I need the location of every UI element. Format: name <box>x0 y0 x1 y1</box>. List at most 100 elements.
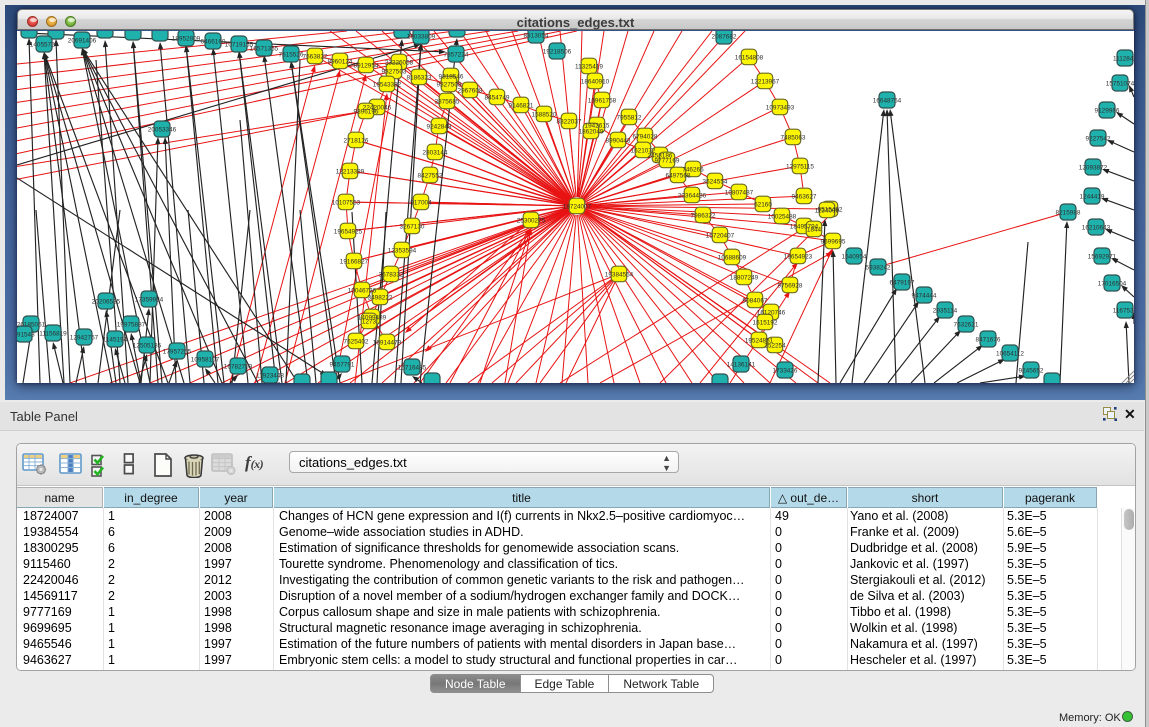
svg-text:23226058: 23226058 <box>385 59 414 66</box>
svg-text:15720407: 15720407 <box>706 232 735 239</box>
svg-text:14055724: 14055724 <box>30 41 59 48</box>
svg-text:1615192: 1615192 <box>753 319 778 326</box>
svg-text:9242848: 9242848 <box>427 123 452 130</box>
svg-text:8960124: 8960124 <box>328 58 353 65</box>
svg-text:16782759: 16782759 <box>224 363 253 370</box>
svg-text:10688609: 10688609 <box>718 254 747 261</box>
svg-text:19166827: 19166827 <box>340 258 369 265</box>
svg-text:19975887: 19975887 <box>117 321 146 328</box>
svg-text:252254: 252254 <box>764 342 786 349</box>
svg-text:5938242: 5938242 <box>866 264 891 271</box>
svg-text:1640954: 1640954 <box>842 253 867 260</box>
svg-text:10107553: 10107553 <box>332 199 361 206</box>
svg-text:20053346: 20053346 <box>148 126 177 133</box>
svg-text:16120746: 16120746 <box>757 309 786 316</box>
svg-text:16914479: 16914479 <box>373 339 402 346</box>
svg-text:1167534: 1167534 <box>1113 307 1134 314</box>
svg-text:16648764: 16648764 <box>873 97 902 104</box>
svg-text:18807249: 18807249 <box>730 274 759 281</box>
svg-text:6794028: 6794028 <box>633 133 658 140</box>
svg-text:391543: 391543 <box>17 331 35 338</box>
svg-text:3875685: 3875685 <box>435 98 460 105</box>
svg-text:7663822: 7663822 <box>303 53 328 60</box>
svg-text:16543382: 16543382 <box>373 81 402 88</box>
svg-text:15751074: 15751074 <box>1106 80 1134 87</box>
svg-text:1844: 1844 <box>807 226 822 233</box>
svg-text:1862049: 1862049 <box>579 128 604 135</box>
svg-text:9245652: 9245652 <box>1019 367 1044 374</box>
svg-text:9227542: 9227542 <box>1086 135 1111 142</box>
svg-text:17957255: 17957255 <box>163 348 192 355</box>
svg-text:8813054: 8813054 <box>524 32 549 39</box>
svg-text:1134009: 1134009 <box>815 207 840 214</box>
svg-text:12975115: 12975115 <box>786 163 814 170</box>
svg-text:9327503: 9327503 <box>382 68 407 75</box>
svg-text:7986322: 7986322 <box>691 212 716 219</box>
svg-text:9146821: 9146821 <box>509 102 534 109</box>
svg-text:11156819: 11156819 <box>39 330 67 337</box>
svg-text:8454749: 8454749 <box>485 94 510 101</box>
svg-text:16210643: 16210643 <box>1082 224 1111 231</box>
svg-text:12213389: 12213389 <box>336 168 365 175</box>
svg-text:10654112: 10654112 <box>996 350 1024 357</box>
svg-text:12942757: 12942757 <box>70 334 99 341</box>
svg-text:3267130: 3267130 <box>400 223 425 230</box>
svg-text:8427552: 8427552 <box>418 172 443 179</box>
svg-text:9463627: 9463627 <box>792 193 817 200</box>
svg-text:7357224: 7357224 <box>444 51 469 58</box>
svg-text:19654923: 19654923 <box>784 253 813 260</box>
svg-text:7955812: 7955812 <box>617 114 642 121</box>
svg-text:9818546: 9818546 <box>439 73 464 80</box>
svg-text:6479197: 6479197 <box>890 279 915 286</box>
svg-text:9474444: 9474444 <box>912 292 937 299</box>
svg-text:9777169: 9777169 <box>655 157 680 164</box>
svg-text:12505135: 12505135 <box>133 342 162 349</box>
svg-text:6497568: 6497568 <box>666 172 691 179</box>
svg-text:18952809: 18952809 <box>172 35 201 42</box>
svg-text:8322037: 8322037 <box>557 118 582 125</box>
svg-text:9084067: 9084067 <box>743 297 768 304</box>
svg-text:7515526: 7515526 <box>279 51 304 58</box>
svg-text:10958107: 10958107 <box>191 356 220 363</box>
svg-text:9129966: 9129966 <box>1095 107 1120 114</box>
svg-text:1244419: 1244419 <box>1080 193 1105 200</box>
svg-text:17359924: 17359924 <box>135 296 164 303</box>
svg-text:18724007: 18724007 <box>563 203 592 210</box>
svg-text:2087682: 2087682 <box>712 33 737 40</box>
svg-text:10807487: 10807487 <box>725 189 754 196</box>
svg-text:2718126: 2718126 <box>344 137 369 144</box>
svg-text:7485063: 7485063 <box>781 134 806 141</box>
svg-text:8912954: 8912954 <box>354 62 379 69</box>
svg-text:2967608: 2967608 <box>458 87 483 94</box>
svg-text:16571355: 16571355 <box>250 45 279 52</box>
svg-text:10046736: 10046736 <box>348 287 377 294</box>
svg-text:1145194: 1145194 <box>103 336 128 343</box>
svg-text:8215988: 8215988 <box>1056 209 1081 216</box>
svg-text:9896196: 9896196 <box>354 108 379 115</box>
svg-text:9457791: 9457791 <box>330 361 355 368</box>
svg-text:8186323: 8186323 <box>407 74 432 81</box>
svg-text:15716485: 15716485 <box>398 364 427 371</box>
svg-text:19654925: 19654925 <box>334 228 363 235</box>
svg-text:7632621: 7632621 <box>954 321 979 328</box>
svg-text:18640910: 18640910 <box>581 78 610 85</box>
svg-text:11923448: 11923448 <box>256 372 284 379</box>
svg-text:16961758: 16961758 <box>588 97 617 104</box>
svg-text:11325419: 11325419 <box>575 63 603 70</box>
svg-text:12213967: 12213967 <box>751 78 780 85</box>
svg-text:26185061: 26185061 <box>17 321 46 328</box>
svg-text:1588520: 1588520 <box>532 111 557 118</box>
svg-text:17016504: 17016504 <box>1098 280 1127 287</box>
svg-text:12353594: 12353594 <box>388 247 417 254</box>
svg-text:1112842: 1112842 <box>1113 55 1134 62</box>
svg-text:19384554: 19384554 <box>605 271 634 278</box>
svg-text:2803144: 2803144 <box>423 149 448 156</box>
svg-text:25300275: 25300275 <box>517 217 546 224</box>
svg-text:16033809: 16033809 <box>407 33 436 40</box>
svg-text:62160: 62160 <box>754 201 772 208</box>
svg-text:3498222: 3498222 <box>368 294 393 301</box>
svg-text:16154808: 16154808 <box>735 54 764 61</box>
svg-text:19218506: 19218506 <box>543 48 572 55</box>
svg-text:20206535: 20206535 <box>92 298 121 305</box>
svg-text:10973493: 10973493 <box>766 104 795 111</box>
